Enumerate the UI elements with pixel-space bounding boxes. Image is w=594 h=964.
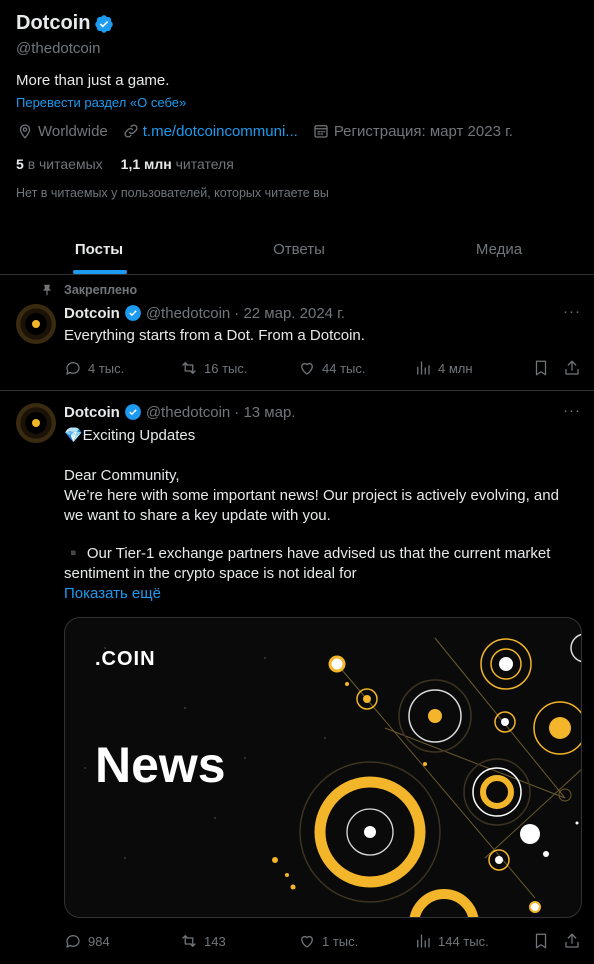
profile-name-row: Dotcoin [16, 12, 114, 35]
post-divider [0, 390, 594, 391]
post-1-reply-count: 4 тыс. [88, 360, 125, 376]
bookmark-icon[interactable] [532, 932, 550, 950]
calendar-icon [314, 125, 328, 138]
post-2-like-count: 1 тыс. [322, 933, 359, 949]
pinned-indicator: Закреплено [40, 283, 137, 297]
post-2-media-image[interactable]: .COIN News [64, 617, 582, 918]
show-more-link[interactable]: Показать ещё [64, 584, 584, 604]
profile-joined-date: Регистрация: март 2023 г. [333, 122, 513, 140]
tab-media[interactable]: Медиа [416, 224, 582, 274]
profile-website-link[interactable]: t.me/dotcoincommuni... [143, 123, 298, 140]
repost-icon [182, 935, 196, 947]
pinned-label: Закреплено [64, 283, 138, 297]
heart-icon [301, 935, 313, 948]
post-2-more-icon[interactable]: ··· [563, 402, 581, 419]
post-2-line: 💎Exciting Updates [64, 427, 196, 444]
post-1-view-count: 4 млн [438, 360, 473, 376]
post-1-more-icon[interactable]: ··· [563, 303, 581, 320]
post-1-avatar[interactable] [16, 304, 56, 344]
share-icon[interactable] [563, 932, 581, 950]
profile-bio: More than just a game. [16, 72, 170, 89]
profile-name: Dotcoin [16, 12, 91, 34]
profile-handle: @thedotcoin [16, 40, 101, 57]
pin-icon [42, 284, 52, 296]
following-link[interactable]: 5 в читаемых [16, 156, 103, 172]
image-headline: News [95, 737, 226, 793]
post-2-views-button[interactable]: 144 тыс. [414, 932, 489, 950]
bookmark-icon[interactable] [532, 359, 550, 377]
verified-badge-icon [124, 305, 141, 321]
post-1-views-button[interactable]: 4 млн [414, 359, 473, 377]
profile-location: Worldwide [38, 122, 108, 140]
post-2-line: Dear Community, [64, 467, 180, 484]
post-1-reply-button[interactable]: 4 тыс. [64, 359, 124, 377]
followers-label: читателя [175, 156, 234, 172]
tab-posts-label: Посты [74, 240, 124, 258]
post-1-repost-button[interactable]: 16 тыс. [180, 359, 247, 377]
post-2-body: 💎Exciting Updates Dear Community, We’re … [64, 426, 584, 604]
post-2-line: ▪️ Our Tier-1 exchange partners have adv… [64, 545, 551, 562]
followed-by-note: Нет в читаемых у пользователей, которых … [16, 186, 329, 200]
reply-icon [66, 935, 80, 948]
post-1-header: Dotcoin @thedotcoin · 22 мар. 2024 г. [64, 304, 345, 322]
post-1-like-count: 44 тыс. [322, 360, 366, 376]
post-1-date[interactable]: · 22 мар. 2024 г. [234, 305, 345, 322]
post-1-author-name[interactable]: Dotcoin [64, 305, 120, 322]
verified-badge-icon [124, 404, 141, 420]
post-2-header: Dotcoin @thedotcoin · 13 мар. [64, 403, 295, 421]
post-1-repost-count: 16 тыс. [204, 360, 248, 376]
tabs-divider [0, 274, 594, 275]
avatar-dot [32, 419, 40, 427]
avatar-dot [32, 320, 40, 328]
following-label: в читаемых [27, 156, 103, 172]
post-1-text: Everything starts from a Dot. From a Dot… [64, 327, 365, 344]
profile-meta-row: Worldwide t.me/dotcoincommuni... Регистр… [16, 122, 513, 140]
tab-media-label: Медиа [475, 240, 523, 258]
post-2-line: We’re here with some important news! Our… [64, 487, 559, 504]
post-2-view-count: 144 тыс. [438, 933, 489, 949]
followers-link[interactable]: 1,1 млн читателя [121, 156, 234, 172]
views-icon [417, 934, 430, 948]
post-2-repost-button[interactable]: 143 [180, 932, 226, 950]
following-count: 5 [16, 156, 24, 172]
post-2-reply-count: 984 [88, 933, 110, 949]
post-2-reply-button[interactable]: 984 [64, 932, 110, 950]
link-icon [124, 124, 138, 138]
post-2-like-button[interactable]: 1 тыс. [298, 932, 358, 950]
post-2-line: we want to share a key update with you. [64, 507, 331, 524]
image-brand-logo: .COIN [95, 648, 156, 670]
post-2-author-handle[interactable]: @thedotcoin [146, 404, 230, 421]
post-2-repost-count: 143 [204, 933, 226, 949]
tab-replies-label: Ответы [273, 240, 325, 258]
views-icon [417, 361, 430, 375]
post-2-avatar[interactable] [16, 403, 56, 443]
repost-icon [182, 362, 196, 374]
post-2-date[interactable]: · 13 мар. [234, 404, 295, 421]
tab-replies[interactable]: Ответы [216, 224, 382, 274]
post-2-line: sentiment in the crypto space is not ide… [64, 565, 357, 582]
post-1-author-handle[interactable]: @thedotcoin [146, 305, 230, 322]
followers-count: 1,1 млн [120, 156, 172, 172]
heart-icon [301, 362, 313, 375]
verified-badge-icon[interactable] [94, 14, 114, 34]
post-2-author-name[interactable]: Dotcoin [64, 404, 120, 421]
post-1-like-button[interactable]: 44 тыс. [298, 359, 365, 377]
reply-icon [66, 362, 80, 375]
location-icon [19, 124, 31, 139]
translate-bio-link[interactable]: Перевести раздел «О себе» [16, 95, 186, 110]
share-icon[interactable] [563, 359, 581, 377]
tab-posts[interactable]: Посты [16, 224, 182, 274]
profile-follow-stats: 5 в читаемых 1,1 млн читателя [16, 156, 234, 172]
